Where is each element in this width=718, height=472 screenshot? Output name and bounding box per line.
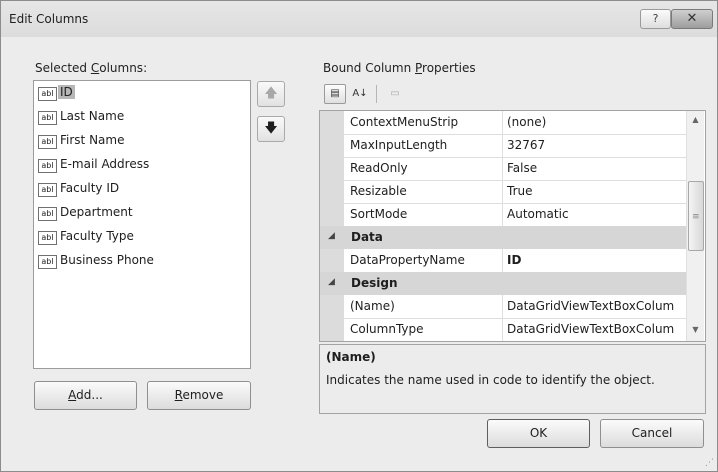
property-value[interactable]: ID bbox=[503, 249, 687, 272]
toolbar-separator bbox=[376, 85, 377, 103]
list-item[interactable]: abl E-mail Address bbox=[36, 154, 248, 176]
property-grid-scrollbar[interactable]: ▲ ≡ ▼ bbox=[686, 111, 704, 341]
property-description-panel: (Name) Indicates the name used in code t… bbox=[319, 344, 706, 414]
selected-columns-list[interactable]: abl ID abl Last Name abl First Name abl … bbox=[33, 80, 251, 369]
property-value[interactable]: True bbox=[503, 180, 687, 203]
title-bar[interactable]: Edit Columns ? ✕ bbox=[1, 1, 717, 37]
selected-columns-label: Selected Columns: bbox=[35, 61, 148, 75]
property-grid[interactable]: ContextMenuStrip (none) MaxInputLength 3… bbox=[319, 110, 706, 342]
property-row[interactable]: ColumnType DataGridViewTextBoxColum bbox=[344, 318, 687, 341]
collapse-triangle-icon[interactable]: ◢ bbox=[328, 231, 335, 241]
list-item[interactable]: abl Business Phone bbox=[36, 250, 248, 272]
list-item[interactable]: abl Faculty ID bbox=[36, 178, 248, 200]
property-row[interactable]: DataPropertyName ID bbox=[344, 249, 686, 273]
list-item-label: Business Phone bbox=[60, 253, 154, 267]
property-row[interactable]: ContextMenuStrip (none) bbox=[344, 111, 686, 135]
close-button[interactable]: ✕ bbox=[671, 9, 713, 29]
property-name: ReadOnly bbox=[344, 157, 503, 180]
textbox-column-icon: abl bbox=[38, 207, 57, 221]
grip-icon: ≡ bbox=[692, 212, 700, 222]
move-up-button[interactable]: 🡅 bbox=[257, 81, 285, 107]
property-value[interactable]: False bbox=[503, 157, 687, 180]
list-item-label: Department bbox=[60, 205, 133, 219]
property-name: MaxInputLength bbox=[344, 134, 503, 157]
arrow-up-icon: 🡅 bbox=[264, 86, 278, 101]
property-row[interactable]: SortMode Automatic bbox=[344, 203, 686, 227]
arrow-down-icon: 🡇 bbox=[264, 121, 278, 136]
textbox-column-icon: abl bbox=[38, 159, 57, 173]
list-item[interactable]: abl Department bbox=[36, 202, 248, 224]
category-design[interactable]: ◢ Design bbox=[320, 272, 686, 295]
property-row[interactable]: ReadOnly False bbox=[344, 157, 686, 181]
textbox-column-icon: abl bbox=[38, 255, 57, 269]
property-name: (Name) bbox=[344, 295, 503, 318]
edit-columns-dialog: Edit Columns ? ✕ Selected Columns: abl I… bbox=[0, 0, 718, 472]
property-value[interactable]: 32767 bbox=[503, 134, 687, 157]
list-item-label: Faculty ID bbox=[60, 181, 120, 195]
bound-column-properties-label: Bound Column Properties bbox=[323, 61, 476, 75]
resize-grip-icon[interactable]: ⋰ bbox=[705, 458, 714, 468]
category-data[interactable]: ◢ Data bbox=[320, 226, 686, 249]
cancel-button[interactable]: Cancel bbox=[600, 419, 704, 448]
scroll-up-icon[interactable]: ▲ bbox=[687, 111, 704, 128]
textbox-column-icon: abl bbox=[38, 87, 57, 101]
list-item-label: First Name bbox=[60, 133, 125, 147]
list-item[interactable]: abl First Name bbox=[36, 130, 248, 152]
list-item-label: Last Name bbox=[60, 109, 125, 123]
help-button[interactable]: ? bbox=[640, 9, 671, 29]
list-item-label: ID bbox=[58, 85, 75, 99]
property-value[interactable]: DataGridViewTextBoxColum bbox=[503, 318, 687, 341]
list-item[interactable]: abl ID bbox=[36, 82, 248, 104]
property-value[interactable]: Automatic bbox=[503, 203, 687, 226]
list-item-label: E-mail Address bbox=[60, 157, 150, 171]
property-value[interactable]: (none) bbox=[503, 111, 687, 134]
property-name: ColumnType bbox=[344, 318, 503, 341]
ok-button[interactable]: OK bbox=[487, 419, 590, 448]
category-title: Data bbox=[351, 230, 383, 244]
textbox-column-icon: abl bbox=[38, 111, 57, 125]
alphabetical-sort-icon[interactable]: A↓ bbox=[349, 84, 371, 104]
add-button[interactable]: Add... bbox=[34, 381, 137, 410]
property-row[interactable]: Resizable True bbox=[344, 180, 686, 204]
description-text: Indicates the name used in code to ident… bbox=[326, 373, 655, 387]
window-title: Edit Columns bbox=[9, 12, 89, 26]
textbox-column-icon: abl bbox=[38, 231, 57, 245]
remove-button[interactable]: Remove bbox=[147, 381, 251, 410]
property-row[interactable]: MaxInputLength 32767 bbox=[344, 134, 686, 158]
property-pages-icon[interactable]: ▭ bbox=[384, 84, 406, 104]
category-title: Design bbox=[351, 276, 398, 290]
textbox-column-icon: abl bbox=[38, 135, 57, 149]
property-row[interactable]: (Name) DataGridViewTextBoxColum bbox=[344, 295, 686, 319]
categorized-icon[interactable]: ▤ bbox=[324, 84, 346, 104]
property-name: ContextMenuStrip bbox=[344, 111, 503, 134]
collapse-triangle-icon[interactable]: ◢ bbox=[328, 277, 335, 287]
property-value[interactable]: DataGridViewTextBoxColum bbox=[503, 295, 687, 318]
scroll-down-icon[interactable]: ▼ bbox=[687, 321, 704, 338]
property-name: SortMode bbox=[344, 203, 503, 226]
scroll-thumb[interactable]: ≡ bbox=[688, 181, 704, 251]
list-item[interactable]: abl Faculty Type bbox=[36, 226, 248, 248]
property-name: DataPropertyName bbox=[344, 249, 503, 272]
textbox-column-icon: abl bbox=[38, 183, 57, 197]
list-item-label: Faculty Type bbox=[60, 229, 134, 243]
property-name: Resizable bbox=[344, 180, 503, 203]
property-grid-toolbar: ▤ A↓ ▭ bbox=[321, 81, 701, 106]
list-item[interactable]: abl Last Name bbox=[36, 106, 248, 128]
move-down-button[interactable]: 🡇 bbox=[257, 116, 285, 142]
description-title: (Name) bbox=[326, 350, 376, 364]
